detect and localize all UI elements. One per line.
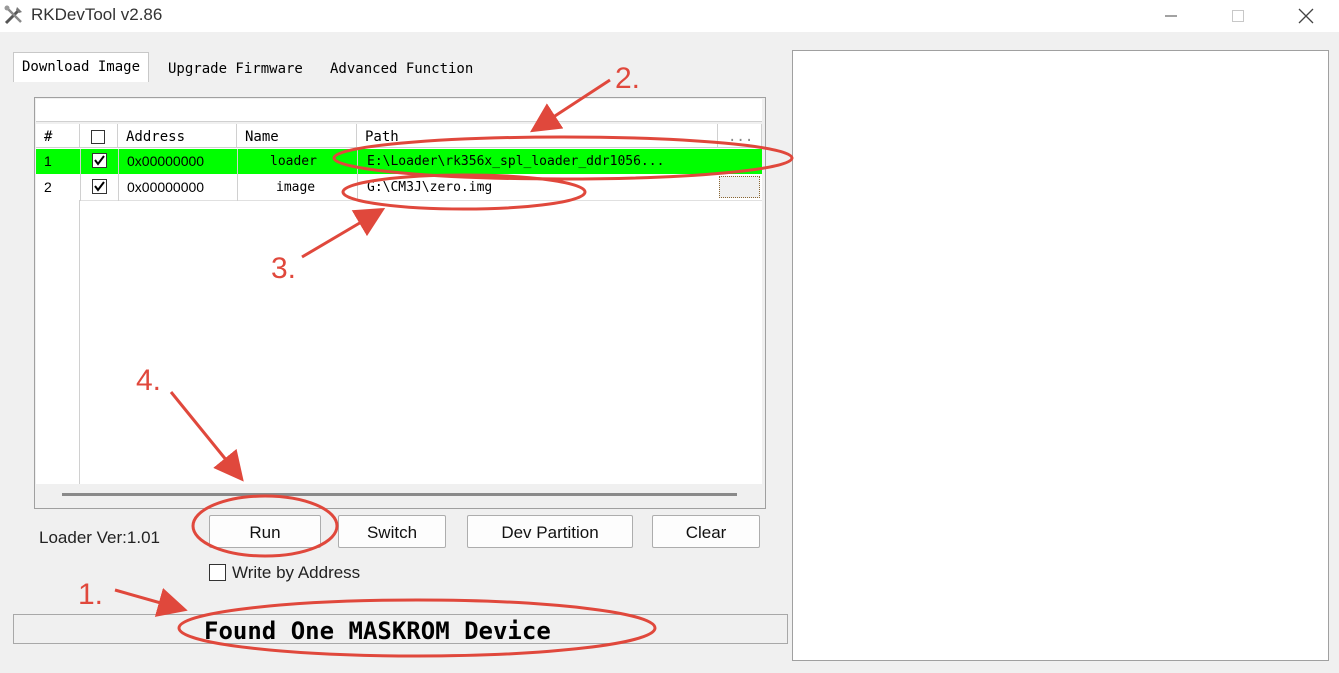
tab-advanced-function[interactable]: Advanced Function [330, 54, 473, 84]
row-path[interactable]: G:\CM3J\zero.img [367, 175, 712, 200]
row-num: 1 [44, 153, 52, 169]
header-name[interactable]: Name [237, 124, 357, 148]
close-icon [1298, 8, 1314, 24]
header-path[interactable]: Path [357, 124, 718, 148]
select-all-checkbox[interactable] [91, 130, 105, 144]
row-address[interactable]: 0x00000000 [127, 149, 242, 174]
list-toolbar-area [36, 99, 762, 122]
tab-upgrade-firmware[interactable]: Upgrade Firmware [168, 54, 303, 84]
switch-button[interactable]: Switch [338, 515, 446, 548]
maximize-button[interactable] [1215, 0, 1261, 32]
tab-download-image[interactable]: Download Image [13, 52, 150, 86]
header-address[interactable]: Address [118, 124, 237, 148]
annotation-step1: 1. [78, 578, 104, 611]
row-checkbox[interactable] [92, 153, 107, 168]
header-more[interactable]: ... [718, 124, 762, 148]
row-name[interactable]: loader [270, 149, 370, 174]
dev-partition-button[interactable]: Dev Partition [467, 515, 633, 548]
minimize-button[interactable] [1148, 0, 1194, 32]
checkmark-icon [94, 155, 105, 166]
table-row[interactable]: 1 0x00000000 loader E:\Loader\rk356x_spl… [36, 149, 762, 174]
maximize-icon [1232, 10, 1244, 22]
clear-button[interactable]: Clear [652, 515, 760, 548]
minimize-icon [1165, 15, 1177, 17]
column-divider [237, 149, 238, 201]
column-divider [357, 149, 358, 201]
row-gutter [36, 200, 80, 484]
annotation-step4: 4. [136, 364, 162, 397]
run-button[interactable]: Run [209, 515, 321, 548]
row-address[interactable]: 0x00000000 [127, 175, 242, 200]
close-button[interactable] [1283, 0, 1329, 32]
annotation-step3: 3. [271, 252, 297, 285]
write-by-address-checkbox[interactable] [209, 564, 226, 581]
table-row[interactable]: 2 0x00000000 image G:\CM3J\zero.img [36, 175, 762, 201]
column-divider [80, 149, 81, 201]
annotation-step2: 2. [615, 62, 641, 95]
log-panel [792, 50, 1329, 661]
row-num: 2 [44, 179, 52, 195]
window-title: RKDevTool v2.86 [31, 5, 163, 24]
header-num[interactable]: # [36, 124, 80, 148]
row-checkbox[interactable] [92, 179, 107, 194]
column-divider [118, 149, 119, 201]
row-name[interactable]: image [276, 175, 376, 200]
row-path[interactable]: E:\Loader\rk356x_spl_loader_ddr1056... [367, 149, 712, 174]
status-text: Found One MASKROM Device [204, 617, 551, 645]
loader-version: Loader Ver:1.01 [39, 528, 160, 547]
horizontal-scrollbar[interactable] [62, 493, 737, 496]
checkmark-icon [94, 181, 105, 192]
write-by-address-label: Write by Address [232, 563, 361, 582]
title-bar: RKDevTool v2.86 [0, 0, 1339, 32]
app-tools-icon [4, 5, 22, 25]
browse-path-button[interactable] [719, 176, 760, 198]
header-select-all[interactable] [80, 124, 118, 148]
